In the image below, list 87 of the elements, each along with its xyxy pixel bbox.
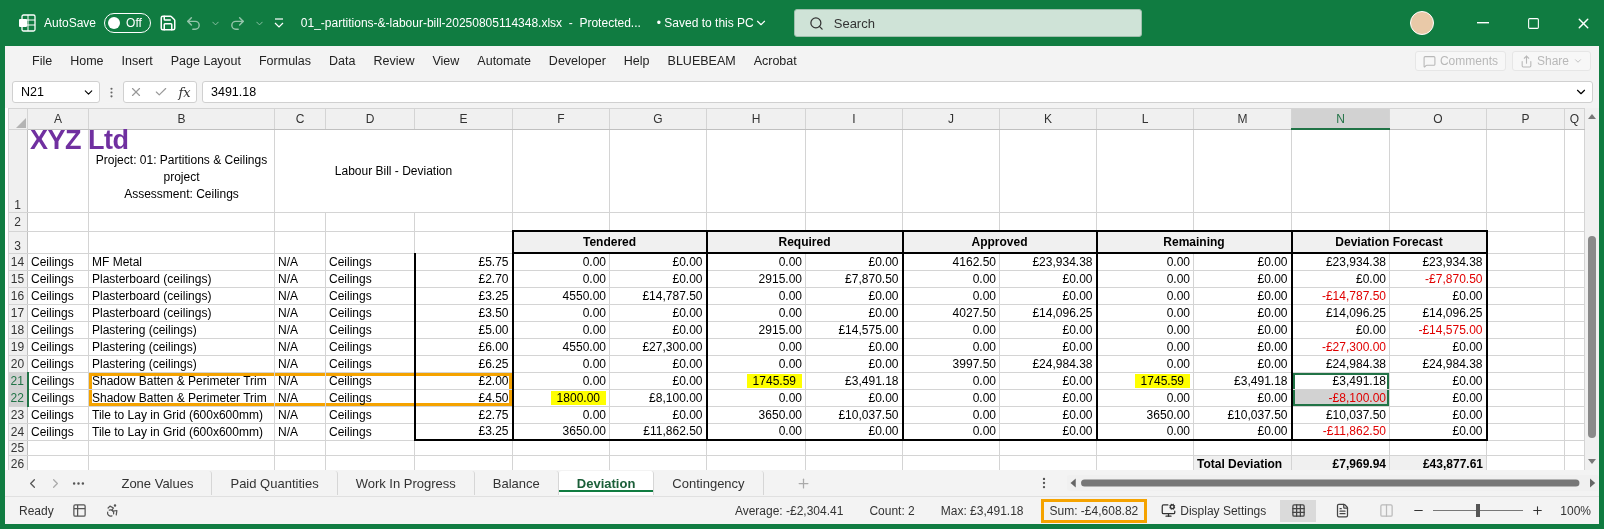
group-header: Tendered — [512, 231, 707, 253]
table-icon[interactable] — [71, 503, 87, 518]
column-header[interactable]: A — [27, 108, 89, 129]
sheet-tab[interactable]: Balance — [474, 471, 559, 495]
status-stat: Average: -£2,304.41 — [733, 502, 845, 520]
status-stat: Sum: -£4,608.82 — [1040, 498, 1148, 523]
formula-input[interactable]: 3491.18 — [202, 81, 1593, 103]
share-icon — [1519, 54, 1533, 68]
sheet-heading: Labour Bill - Deviation — [274, 129, 513, 212]
maximize-icon — [1526, 16, 1540, 30]
ribbon-tab[interactable]: View — [423, 50, 469, 72]
column-header[interactable]: L — [1096, 108, 1194, 129]
group-header: Remaining — [1096, 231, 1292, 253]
chevron-down-icon — [1573, 56, 1583, 66]
sheet-tab[interactable]: Zone Values — [103, 471, 213, 495]
ribbon-tab[interactable]: Home — [61, 50, 113, 72]
monitor-gear-icon — [1161, 503, 1177, 518]
column-header[interactable]: C — [274, 108, 326, 129]
row-header[interactable]: 1 — [8, 129, 28, 212]
column-header[interactable]: M — [1193, 108, 1292, 129]
zoom-in-icon[interactable] — [1531, 504, 1545, 517]
view-button[interactable] — [1280, 499, 1317, 522]
search-icon — [808, 15, 824, 31]
ribbon-tab[interactable]: Help — [614, 50, 659, 72]
accessibility-icon[interactable] — [104, 503, 120, 518]
column-header[interactable]: O — [1389, 108, 1487, 129]
sheet-tab[interactable]: Paid Quantities — [212, 471, 338, 495]
ribbon-tab[interactable]: Automate — [468, 50, 540, 72]
customize-icon[interactable] — [272, 17, 285, 29]
columns-icon — [1378, 503, 1394, 518]
page-icon — [1334, 503, 1350, 518]
save-icon[interactable] — [158, 14, 177, 32]
column-header[interactable]: B — [88, 108, 275, 129]
column-header[interactable]: K — [999, 108, 1097, 129]
sheet-tab[interactable]: Deviation — [558, 471, 655, 495]
speech-bubble-icon — [1422, 54, 1436, 68]
status-stat: Count: 2 — [868, 502, 916, 520]
spreadsheet-app-icon — [18, 14, 36, 32]
display-settings-button[interactable]: Display Settings — [1155, 502, 1273, 519]
file-name: 01_-partitions-&-labour-bill-20250805114348.xlsx - Protected... — [300, 16, 641, 30]
project-text: Project: 01: Partitions & Ceilings project Assessment: Ceilings — [94, 151, 269, 203]
user-avatar[interactable] — [1410, 11, 1434, 35]
sheet-tab[interactable]: Contingency — [654, 471, 764, 495]
ribbon-tab[interactable]: Insert — [112, 50, 162, 72]
scroll-down-icon[interactable] — [1587, 458, 1597, 466]
search-field[interactable]: Search — [793, 9, 1142, 37]
column-header[interactable]: J — [902, 108, 1000, 129]
insert-function-button[interactable]: fx — [178, 84, 191, 100]
row-header[interactable]: 3 — [8, 231, 28, 253]
company-logo: XYZ Ltd — [30, 129, 129, 151]
autosave-label: AutoSave — [44, 16, 97, 30]
column-header[interactable]: P — [1486, 108, 1565, 129]
group-header: Deviation Forecast — [1291, 231, 1487, 253]
ribbon-tab[interactable]: Data — [320, 50, 365, 72]
ribbon-tab[interactable]: Developer — [539, 50, 615, 72]
name-box[interactable]: N21 — [12, 81, 100, 103]
undo-icon[interactable] — [184, 14, 202, 32]
column-header[interactable]: F — [512, 108, 610, 129]
ribbon-tab[interactable]: Review — [364, 50, 424, 72]
highlighted-value: 1745.59 — [1134, 373, 1190, 388]
redo-icon[interactable] — [228, 14, 246, 32]
column-header[interactable]: N — [1291, 108, 1390, 129]
grid-icon — [1290, 503, 1306, 518]
status-stat: Max: £3,491.18 — [939, 502, 1025, 520]
save-status[interactable]: • Saved to this PC — [656, 16, 754, 30]
status-text: Ready — [19, 503, 54, 518]
ribbon-tab[interactable]: File — [23, 50, 62, 72]
highlighted-value: 1800.00 — [550, 390, 606, 405]
column-header[interactable]: E — [414, 108, 513, 129]
zoom-level[interactable]: 100% — [1560, 503, 1591, 518]
highlighted-value: 1745.59 — [746, 373, 802, 388]
add-sheet-icon[interactable] — [795, 475, 811, 491]
column-header[interactable]: D — [325, 108, 415, 129]
ribbon-tab[interactable]: Formulas — [249, 50, 321, 72]
ribbon-tab[interactable]: BLUEBEAM — [658, 50, 745, 72]
column-header[interactable]: I — [805, 108, 903, 129]
group-header: Approved — [902, 231, 1097, 253]
sheet-tab[interactable]: Work In Progress — [337, 471, 475, 495]
check-icon[interactable] — [153, 85, 168, 99]
minimize-icon — [1477, 22, 1489, 24]
column-header[interactable]: H — [706, 108, 806, 129]
ribbon-tab[interactable]: Page Layout — [161, 50, 250, 72]
ribbon-tab[interactable]: Acrobat — [744, 50, 806, 72]
triangle-icon — [16, 117, 26, 128]
group-header: Required — [706, 231, 903, 253]
scroll-up-icon[interactable] — [1587, 112, 1597, 120]
column-header[interactable]: G — [609, 108, 707, 129]
